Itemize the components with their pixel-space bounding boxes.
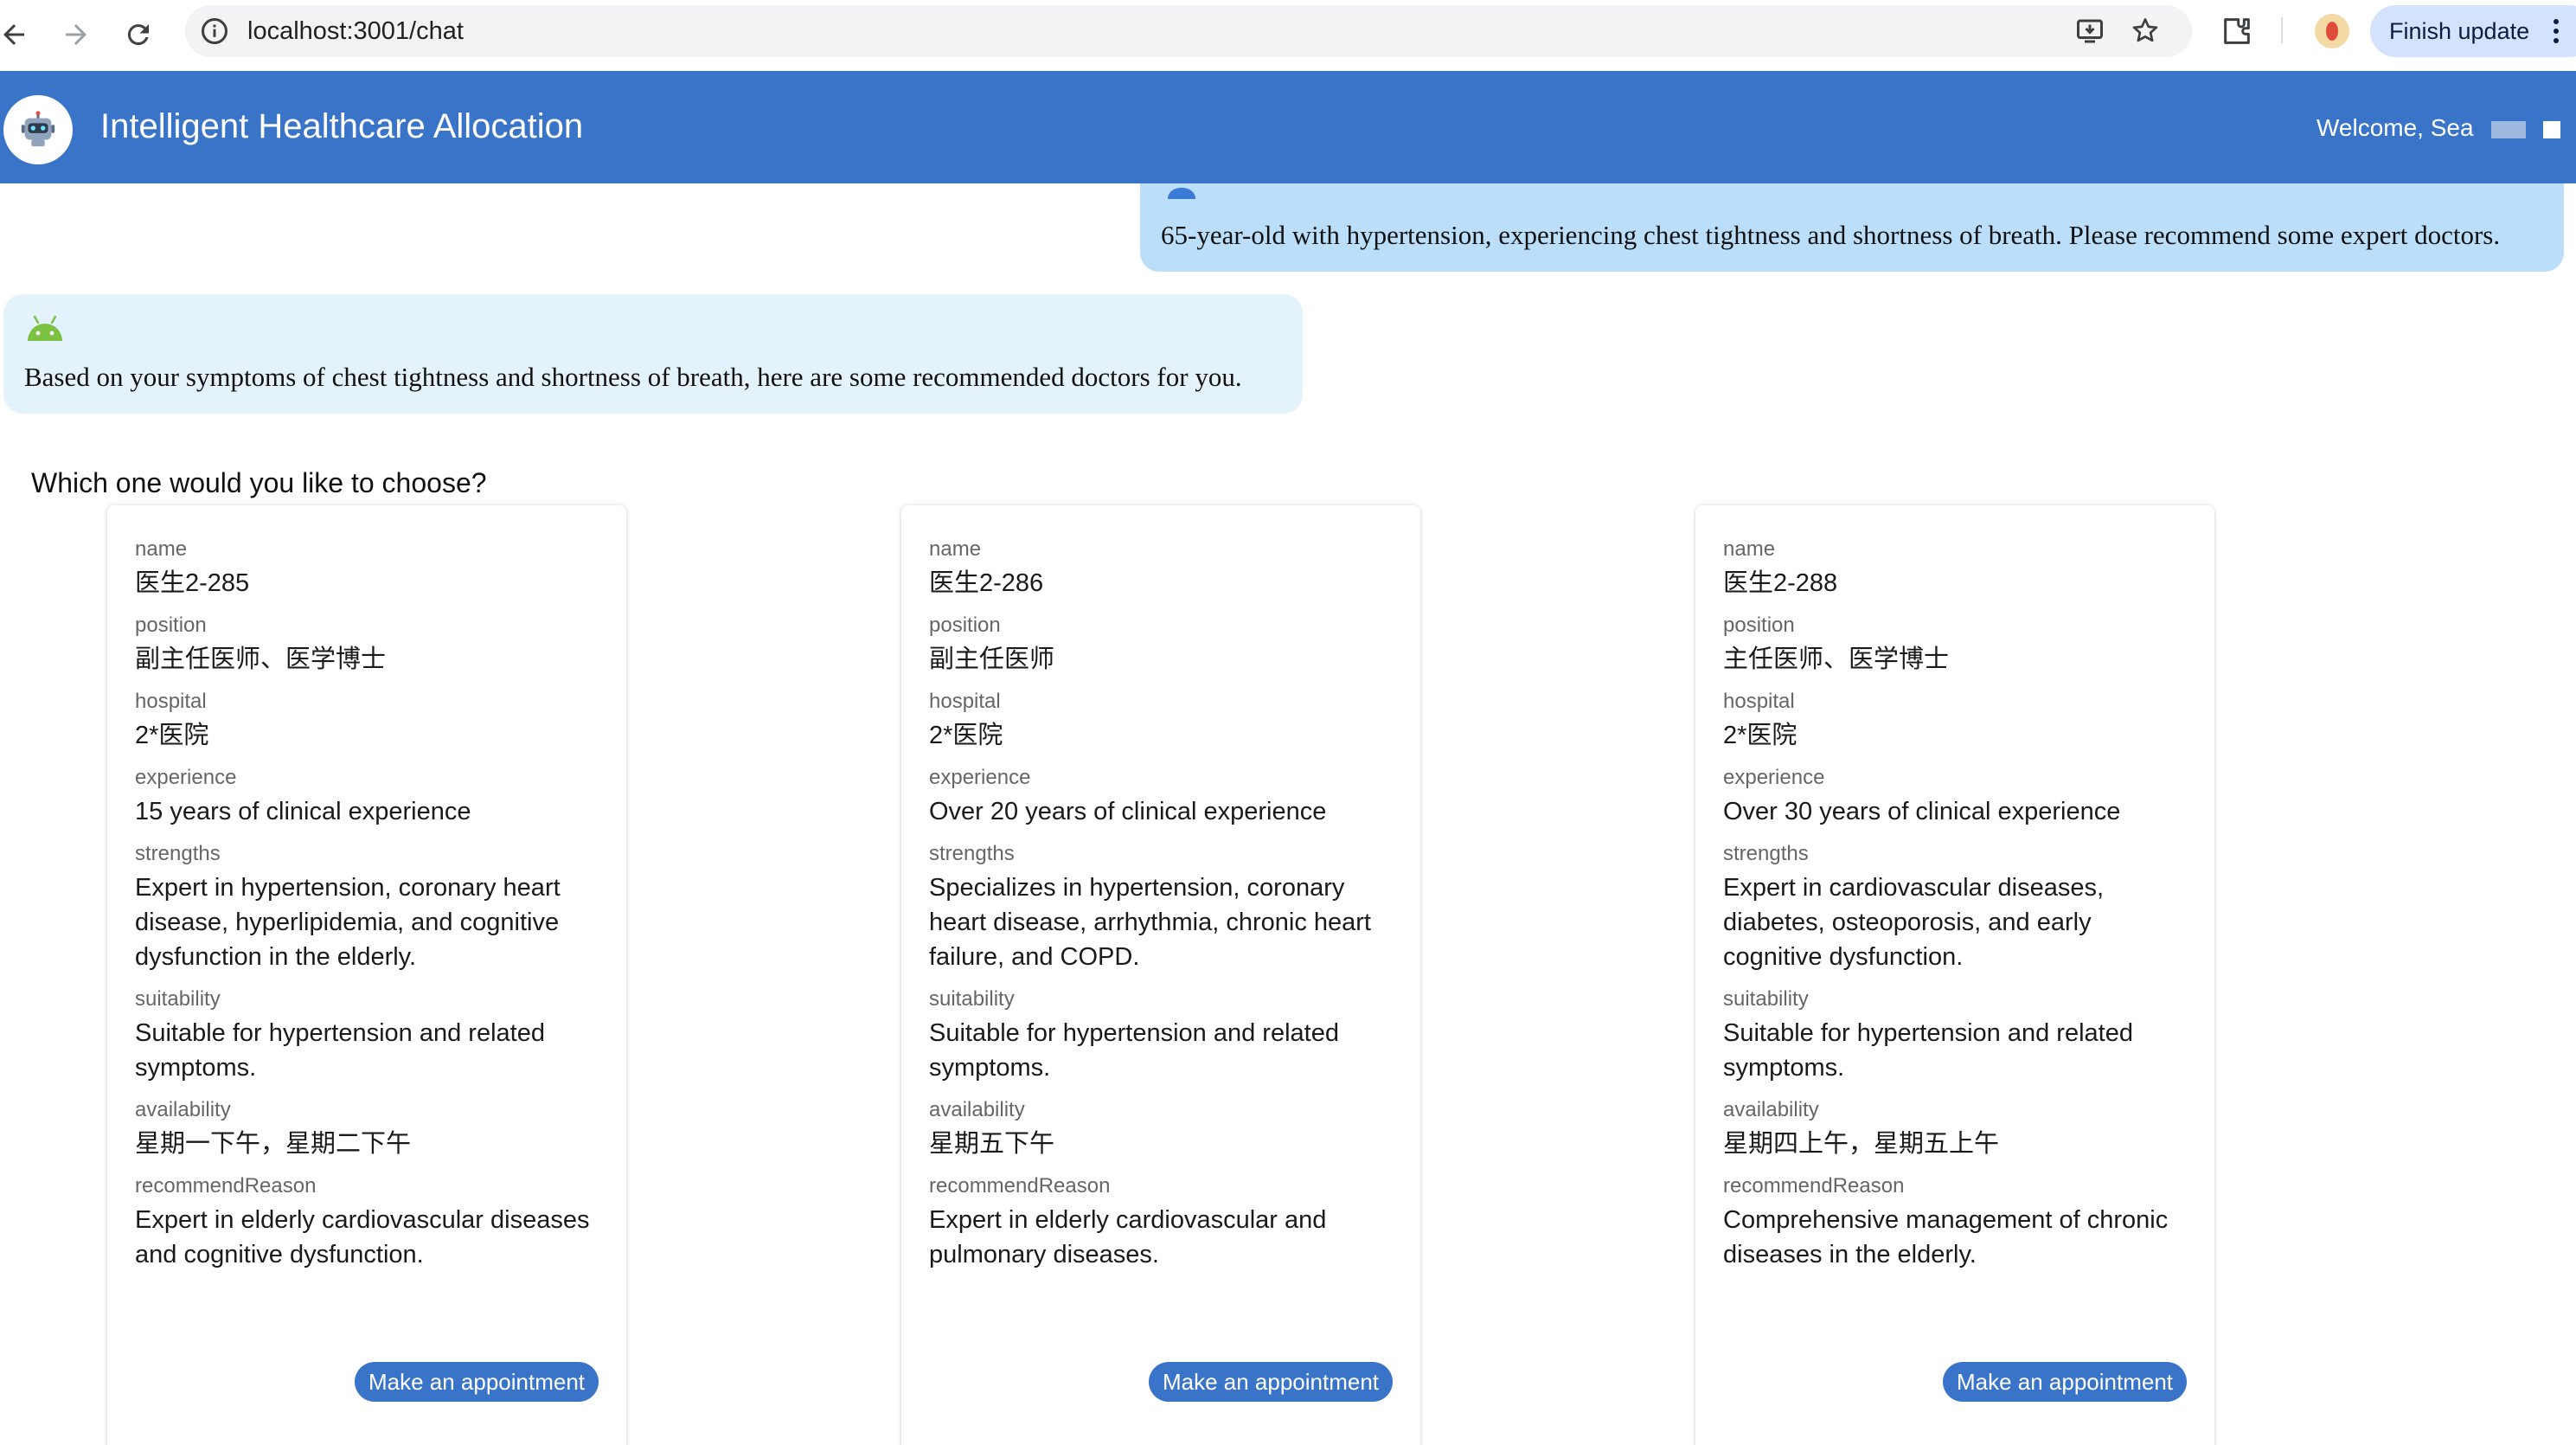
doctor-hospital: 2*医院	[135, 722, 209, 749]
install-app-icon[interactable]	[2074, 16, 2105, 47]
doctor-hospital: 2*医院	[929, 722, 1003, 749]
field-label-availability: availability	[135, 1098, 231, 1121]
field-label-availability: availability	[929, 1098, 1025, 1121]
field-label-availability: availability	[1723, 1098, 1819, 1121]
field-label-recommend-reason: recommendReason	[135, 1174, 317, 1198]
bot-message-bubble: Based on your symptoms of chest tightnes…	[3, 294, 1303, 414]
doctor-position: 主任医师、医学博士	[1723, 645, 1950, 673]
extensions-icon[interactable]	[2220, 14, 2254, 48]
profile-icon[interactable]	[2315, 14, 2349, 48]
doctor-experience: Over 20 years of clinical experience	[929, 798, 1327, 825]
more-menu-icon[interactable]	[2552, 17, 2560, 45]
bot-message-text: Based on your symptoms of chest tightnes…	[24, 362, 1242, 392]
doctor-experience: Over 30 years of clinical experience	[1723, 798, 2121, 825]
doctor-strengths: Specializes in hypertension, coronary he…	[929, 874, 1371, 971]
back-arrow-icon[interactable]	[0, 12, 36, 57]
field-label-name: name	[1723, 537, 1776, 561]
field-label-experience: experience	[135, 766, 237, 789]
browser-toolbar: localhost:3001/chat Finish update	[0, 0, 2576, 71]
field-label-position: position	[929, 613, 1001, 637]
doctor-availability: 星期五下午	[929, 1130, 1055, 1158]
field-label-strengths: strengths	[1723, 842, 1809, 865]
address-bar[interactable]: localhost:3001/chat	[185, 5, 2192, 57]
doctor-name: 医生2-288	[1723, 569, 1838, 597]
doctor-position: 副主任医师、医学博士	[135, 645, 387, 673]
doctor-hospital: 2*医院	[1723, 722, 1797, 749]
doctor-card: name 医生2-288 position 主任医师、医学博士 hospital…	[1695, 505, 2214, 1445]
doctor-position: 副主任医师	[929, 645, 1055, 673]
doctor-suitability: Suitable for hypertension and related sy…	[929, 1019, 1339, 1082]
doctor-strengths: Expert in hypertension, coronary heart d…	[135, 874, 561, 971]
doctor-suitability: Suitable for hypertension and related sy…	[135, 1019, 545, 1082]
doctor-recommend-reason: Expert in elderly cardiovascular disease…	[135, 1206, 590, 1268]
field-label-recommend-reason: recommendReason	[1723, 1174, 1905, 1198]
field-label-suitability: suitability	[929, 987, 1015, 1011]
field-label-position: position	[135, 613, 207, 637]
field-label-experience: experience	[1723, 766, 1825, 789]
user-message-bubble: 65-year-old with hypertension, experienc…	[1140, 183, 2564, 272]
robot-icon	[3, 95, 73, 164]
reload-icon[interactable]	[116, 12, 161, 57]
doctor-experience: 15 years of clinical experience	[135, 798, 471, 825]
field-label-hospital: hospital	[135, 690, 207, 713]
field-label-strengths: strengths	[135, 842, 221, 865]
make-appointment-button[interactable]: Make an appointment	[354, 1362, 599, 1402]
toolbar-divider	[2281, 17, 2283, 43]
site-info-icon[interactable]	[199, 16, 230, 47]
field-label-name: name	[929, 537, 982, 561]
field-label-suitability: suitability	[1723, 987, 1809, 1011]
url-text[interactable]: localhost:3001/chat	[247, 17, 464, 46]
field-label-recommend-reason: recommendReason	[929, 1174, 1111, 1198]
bookmark-star-icon[interactable]	[2130, 16, 2161, 47]
make-appointment-button[interactable]: Make an appointment	[1942, 1362, 2187, 1402]
doctor-card: name 医生2-286 position 副主任医师 hospital 2*医…	[901, 505, 1420, 1445]
finish-update-label: Finish update	[2389, 18, 2530, 44]
choose-prompt: Which one would you like to choose?	[31, 467, 487, 498]
field-label-strengths: strengths	[929, 842, 1015, 865]
field-label-suitability: suitability	[135, 987, 221, 1011]
app-title: Intelligent Healthcare Allocation	[100, 107, 584, 145]
doctor-availability: 星期四上午，星期五上午	[1723, 1130, 2000, 1158]
doctor-availability: 星期一下午，星期二下午	[135, 1130, 412, 1158]
field-label-position: position	[1723, 613, 1795, 637]
doctor-recommend-reason: Comprehensive management of chronic dise…	[1723, 1206, 2169, 1268]
doctor-recommend-reason: Expert in elderly cardiovascular and pul…	[929, 1206, 1327, 1268]
doctor-suitability: Suitable for hypertension and related sy…	[1723, 1019, 2133, 1082]
forward-arrow-icon[interactable]	[54, 12, 99, 57]
doctor-name: 医生2-286	[929, 569, 1044, 597]
user-message-text: 65-year-old with hypertension, experienc…	[1161, 220, 2501, 250]
finish-update-button[interactable]: Finish update	[2370, 5, 2576, 57]
android-bot-icon	[28, 315, 62, 341]
field-label-experience: experience	[929, 766, 1031, 789]
redacted-username	[2491, 121, 2526, 138]
user-menu-icon[interactable]	[2543, 121, 2560, 138]
app-header: Intelligent Healthcare Allocation Welcom…	[0, 71, 2576, 183]
make-appointment-button[interactable]: Make an appointment	[1148, 1362, 1393, 1402]
user-avatar-icon	[1168, 188, 1195, 199]
field-label-name: name	[135, 537, 188, 561]
doctor-card: name 医生2-285 position 副主任医师、医学博士 hospita…	[107, 505, 626, 1445]
welcome-text: Welcome, Sea	[2316, 114, 2474, 141]
field-label-hospital: hospital	[929, 690, 1001, 713]
doctor-name: 医生2-285	[135, 569, 250, 597]
doctor-strengths: Expert in cardiovascular diseases, diabe…	[1723, 874, 2105, 971]
field-label-hospital: hospital	[1723, 690, 1795, 713]
